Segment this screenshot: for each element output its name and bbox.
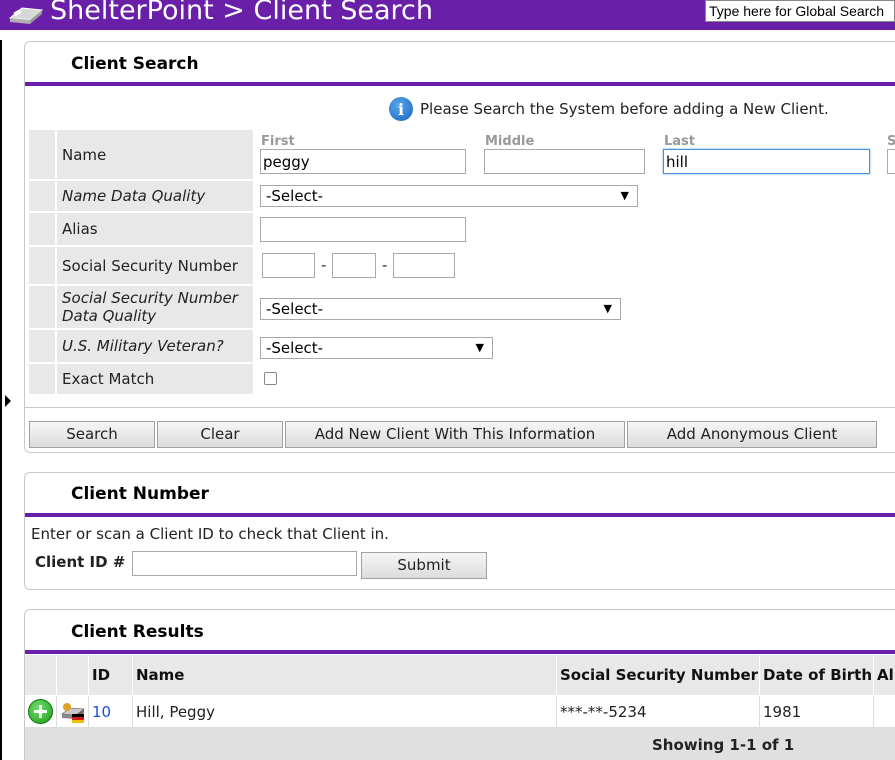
bed-logo-icon [8, 7, 44, 24]
client-id-hint: Enter or scan a Client ID to check that … [31, 525, 389, 543]
ssn-separator: - [321, 256, 327, 274]
column-header-id[interactable]: ID [89, 655, 133, 695]
app-title: ShelterPoint > Client Search [50, 0, 433, 26]
info-icon: i [389, 97, 413, 121]
panel-rule [25, 82, 895, 86]
select-value: -Select- [266, 187, 324, 205]
first-name-input[interactable] [260, 149, 466, 174]
ssn-part3-input[interactable] [393, 253, 455, 278]
add-new-client-button[interactable]: Add New Client With This Information [285, 421, 625, 448]
exact-match-checkbox[interactable] [264, 372, 277, 385]
client-number-panel: Client Number Enter or scan a Client ID … [24, 472, 895, 590]
table-row-cell[interactable] [25, 696, 57, 728]
collapse-arrow-icon[interactable] [5, 395, 11, 407]
row-gutter [29, 247, 55, 284]
name-label: Name [57, 130, 253, 179]
info-message: i Please Search the System before adding… [389, 97, 829, 121]
name-quality-select[interactable]: -Select- ▼ [260, 185, 638, 207]
table-row-cell[interactable]: 10 [89, 696, 133, 728]
name-quality-label: Name Data Quality [57, 181, 253, 211]
client-alias-cell [874, 696, 895, 728]
select-value: -Select- [266, 300, 324, 318]
dropdown-arrow-icon: ▼ [475, 341, 484, 354]
dropdown-arrow-icon: ▼ [603, 302, 612, 315]
ssn-quality-select[interactable]: -Select- ▼ [260, 298, 621, 320]
table-row-cell[interactable] [57, 696, 89, 728]
client-dob-cell: 1981 [760, 696, 874, 728]
add-client-icon[interactable] [28, 699, 53, 724]
row-gutter [29, 181, 55, 211]
divider [25, 407, 895, 408]
client-id-input[interactable] [132, 551, 357, 576]
column-header-action [57, 655, 89, 695]
submit-button[interactable]: Submit [361, 552, 487, 579]
last-name-input[interactable] [663, 149, 870, 174]
ssn-part1-input[interactable] [262, 253, 315, 278]
suffix-label: S [887, 134, 895, 149]
global-search-input[interactable] [705, 0, 895, 22]
veteran-select[interactable]: -Select- ▼ [260, 337, 493, 359]
last-name-label: Last [664, 134, 696, 149]
panel-rule [25, 513, 895, 517]
search-button[interactable]: Search [29, 421, 155, 448]
row-gutter [29, 286, 55, 328]
column-header-name[interactable]: Name [133, 655, 557, 695]
row-gutter [29, 364, 55, 394]
column-header-ssn[interactable]: Social Security Number [557, 655, 760, 695]
row-gutter [29, 130, 55, 179]
info-text: Please Search the System before adding a… [420, 100, 829, 118]
client-ssn-cell: ***-**-5234 [557, 696, 760, 728]
alias-label: Alias [57, 213, 253, 245]
alias-input[interactable] [260, 217, 466, 242]
row-gutter [29, 330, 55, 362]
column-header-dob[interactable]: Date of Birth [760, 655, 874, 695]
panel-title: Client Number [71, 484, 209, 504]
column-header-action [25, 655, 57, 695]
clear-button[interactable]: Clear [157, 421, 283, 448]
ssn-label: Social Security Number [57, 247, 253, 284]
left-border [0, 40, 2, 760]
first-name-label: First [261, 134, 295, 149]
middle-name-input[interactable] [484, 149, 645, 174]
ssn-separator: - [382, 256, 388, 274]
client-id-link[interactable]: 10 [92, 703, 111, 721]
panel-title: Client Results [71, 622, 204, 642]
middle-name-label: Middle [485, 134, 535, 149]
app-header: ShelterPoint > Client Search [0, 0, 895, 30]
panel-title: Client Search [71, 54, 199, 74]
column-header-alias[interactable]: Ali [874, 655, 895, 695]
exact-match-label: Exact Match [57, 364, 253, 394]
ssn-part2-input[interactable] [332, 253, 376, 278]
add-anonymous-client-button[interactable]: Add Anonymous Client [627, 421, 877, 448]
suffix-input[interactable] [887, 149, 895, 174]
veteran-label: U.S. Military Veteran? [57, 330, 253, 362]
select-value: -Select- [266, 339, 324, 357]
results-count: Showing 1-1 of 1 [652, 736, 795, 754]
row-gutter [29, 213, 55, 245]
ssn-quality-label: Social Security Number Data Quality [57, 286, 253, 328]
panel-rule [25, 650, 895, 654]
client-name-cell: Hill, Peggy [133, 696, 557, 728]
client-id-label: Client ID # [35, 553, 126, 571]
client-search-panel: Client Search i Please Search the System… [24, 41, 895, 453]
dropdown-arrow-icon: ▼ [620, 189, 629, 202]
checkin-bed-icon[interactable] [60, 700, 86, 724]
client-results-panel: Client Results ID Name Social Security N… [24, 609, 895, 760]
